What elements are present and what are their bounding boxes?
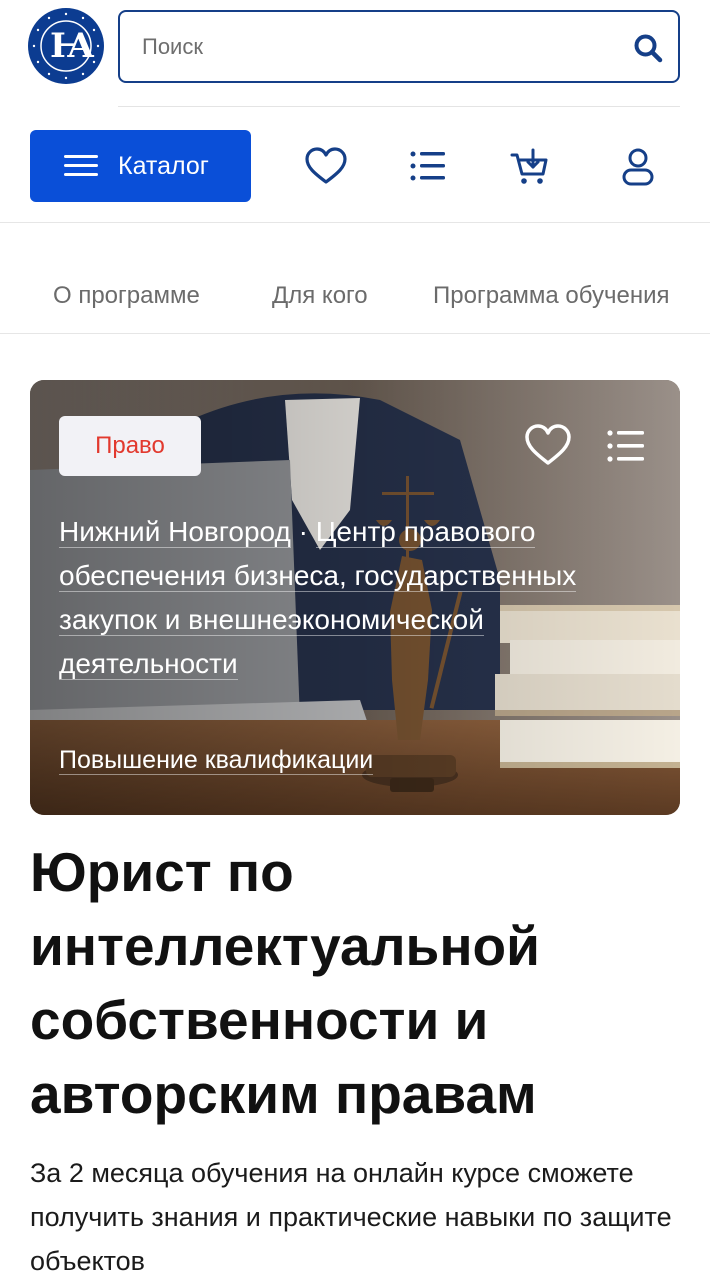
heart-icon[interactable] [304,145,348,189]
location-link[interactable]: Нижний Новгород [59,516,291,548]
divider [0,222,710,223]
program-type-link[interactable]: Повышение квалификации [59,746,374,775]
separator: · [298,516,308,547]
search-box[interactable] [118,10,680,83]
list-icon[interactable] [406,145,450,189]
course-title: Юрист по интеллектуальной собственности … [30,841,540,1125]
program-tabs: О программе Для кого Программа обучения [0,270,710,322]
course-location-department: Нижний Новгород · Центр правового обеспе… [59,510,659,686]
header: Ꙗ [0,0,710,106]
logo-monogram: Ꙗ [50,26,94,66]
hse-logo[interactable]: Ꙗ [28,8,104,84]
category-badge[interactable]: Право [59,416,201,476]
course-description: За 2 месяца обучения на онлайн курсе смо… [30,1158,672,1276]
catalog-button-label: Каталог [118,152,209,180]
search-input[interactable] [142,30,602,64]
tab-curriculum[interactable]: Программа обучения [433,282,669,310]
divider [118,106,680,107]
menu-burger-icon [64,155,98,177]
program-type: Повышение квалификации [59,743,374,777]
heart-icon[interactable] [524,422,572,470]
list-icon[interactable] [606,428,646,464]
user-icon[interactable] [616,145,660,189]
tab-about[interactable]: О программе [53,282,200,310]
tab-audience[interactable]: Для кого [272,282,368,310]
cart-icon[interactable] [508,145,552,189]
search-icon[interactable] [632,32,664,64]
catalog-button[interactable]: Каталог [30,130,251,202]
course-hero-card[interactable]: Право Нижний Новгород · Центр правового … [30,380,680,815]
divider [0,333,710,334]
